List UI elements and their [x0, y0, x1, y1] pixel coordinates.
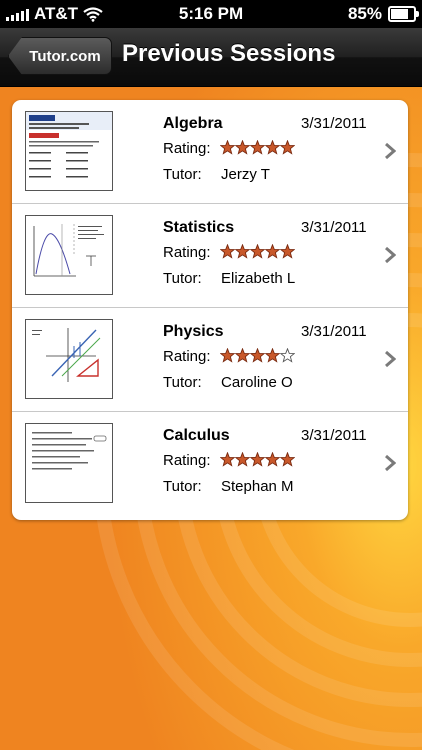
session-date: 3/31/2011: [301, 323, 367, 340]
star-filled-icon: [280, 244, 295, 259]
star-filled-icon: [265, 244, 280, 259]
chevron-right-icon: [385, 142, 396, 160]
star-filled-icon: [280, 452, 295, 467]
star-filled-icon: [280, 140, 295, 155]
tutor-label: Tutor:: [163, 270, 202, 287]
page-title: Previous Sessions: [122, 40, 336, 67]
star-filled-icon: [235, 348, 250, 363]
rating-label: Rating:: [163, 348, 211, 365]
session-subject: Calculus: [163, 427, 230, 444]
rating-label: Rating:: [163, 244, 211, 261]
star-filled-icon: [235, 140, 250, 155]
chevron-right-icon: [385, 246, 396, 264]
battery-percent: 85%: [347, 4, 382, 23]
star-rating: [220, 348, 295, 363]
session-subject: Algebra: [163, 115, 223, 132]
session-row-calculus[interactable]: Calculus 3/31/2011 Rating: Tutor: Stepha…: [12, 412, 408, 518]
star-filled-icon: [235, 244, 250, 259]
star-filled-icon: [250, 244, 265, 259]
star-rating: [220, 140, 295, 155]
star-rating: [220, 244, 295, 259]
battery-icon: [388, 6, 419, 22]
rating-label: Rating:: [163, 140, 211, 157]
session-thumbnail: [25, 319, 113, 399]
star-empty-icon: [280, 348, 295, 363]
session-date: 3/31/2011: [301, 115, 367, 132]
session-thumbnail: [25, 111, 113, 191]
tutor-name: Jerzy T: [221, 166, 270, 183]
sessions-list: Algebra 3/31/2011 Rating: Tutor: Jerzy T…: [12, 100, 408, 520]
star-filled-icon: [250, 140, 265, 155]
tutor-label: Tutor:: [163, 374, 202, 391]
battery-info: 85%: [347, 4, 419, 24]
star-filled-icon: [265, 452, 280, 467]
session-subject: Statistics: [163, 219, 235, 236]
status-bar: AT&T 5:16 PM 85%: [0, 0, 422, 28]
star-filled-icon: [265, 140, 280, 155]
session-date: 3/31/2011: [301, 219, 367, 236]
tutor-label: Tutor:: [163, 166, 202, 183]
star-filled-icon: [220, 244, 235, 259]
session-thumbnail: [25, 423, 113, 503]
star-filled-icon: [250, 348, 265, 363]
tutor-name: Stephan M: [221, 478, 294, 495]
star-filled-icon: [250, 452, 265, 467]
session-row-algebra[interactable]: Algebra 3/31/2011 Rating: Tutor: Jerzy T: [12, 100, 408, 204]
navigation-bar: Tutor.com Previous Sessions: [0, 28, 422, 87]
session-thumbnail: [25, 215, 113, 295]
session-row-statistics[interactable]: Statistics 3/31/2011 Rating: Tutor: Eliz…: [12, 204, 408, 308]
rating-label: Rating:: [163, 452, 211, 469]
chevron-right-icon: [385, 454, 396, 472]
session-row-physics[interactable]: Physics 3/31/2011 Rating: Tutor: Carolin…: [12, 308, 408, 412]
tutor-name: Elizabeth L: [221, 270, 296, 287]
star-filled-icon: [220, 348, 235, 363]
back-button[interactable]: Tutor.com: [8, 37, 112, 75]
star-rating: [220, 452, 295, 467]
star-filled-icon: [265, 348, 280, 363]
star-filled-icon: [235, 452, 250, 467]
tutor-name: Caroline O: [221, 374, 293, 391]
session-subject: Physics: [163, 323, 224, 340]
tutor-label: Tutor:: [163, 478, 202, 495]
star-filled-icon: [220, 452, 235, 467]
chevron-right-icon: [385, 350, 396, 368]
star-filled-icon: [220, 140, 235, 155]
session-date: 3/31/2011: [301, 427, 367, 444]
